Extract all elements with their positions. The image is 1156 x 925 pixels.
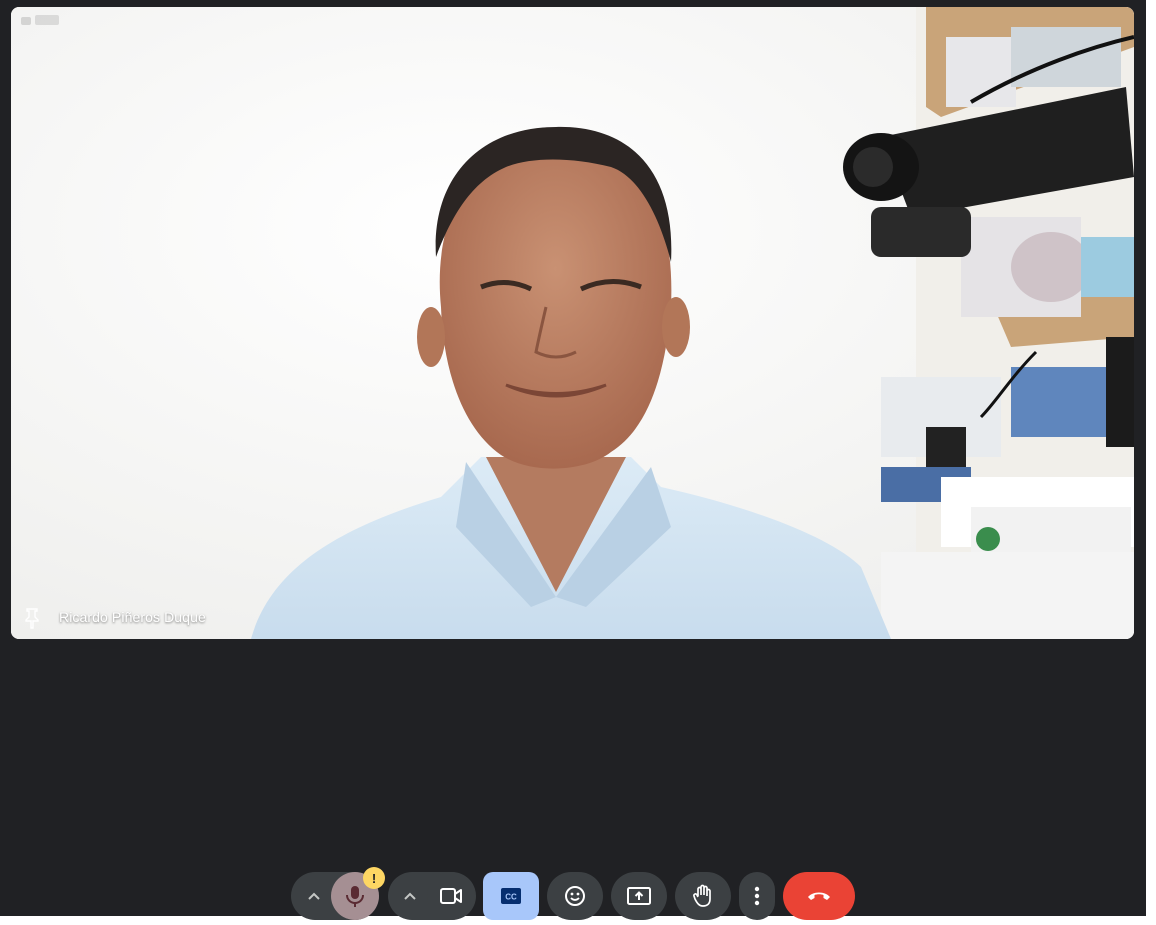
participant-video-tile[interactable]: Ricardo Piñeros Duque (11, 7, 1134, 639)
mic-warning-badge: ! (363, 867, 385, 889)
present-screen-button[interactable] (611, 872, 667, 920)
more-options-button[interactable] (739, 872, 775, 920)
camera-button[interactable] (427, 872, 475, 920)
closed-captions-icon: CC (501, 888, 521, 904)
network-quality-icon (21, 15, 59, 25)
mic-options-button[interactable] (300, 872, 328, 920)
chevron-up-icon (404, 892, 416, 900)
more-vert-icon (754, 886, 760, 906)
window-edge (1146, 0, 1156, 925)
pin-icon[interactable] (23, 607, 41, 629)
emoji-icon (565, 886, 585, 906)
videocam-icon (440, 888, 462, 904)
camera-options-button[interactable] (396, 872, 424, 920)
participant-video-feed (11, 7, 1134, 639)
present-screen-icon (627, 887, 651, 905)
participant-name: Ricardo Piñeros Duque (59, 609, 206, 625)
captions-button[interactable]: CC (483, 872, 539, 920)
raise-hand-button[interactable] (675, 872, 731, 920)
chevron-up-icon (308, 892, 320, 900)
raise-hand-icon (693, 884, 711, 907)
leave-call-button[interactable] (783, 872, 855, 920)
call-end-icon (808, 892, 830, 900)
mic-icon (346, 886, 364, 907)
svg-text:CC: CC (505, 893, 517, 902)
meeting-controls-bar: ! CC (0, 867, 1146, 920)
reactions-button[interactable] (547, 872, 603, 920)
